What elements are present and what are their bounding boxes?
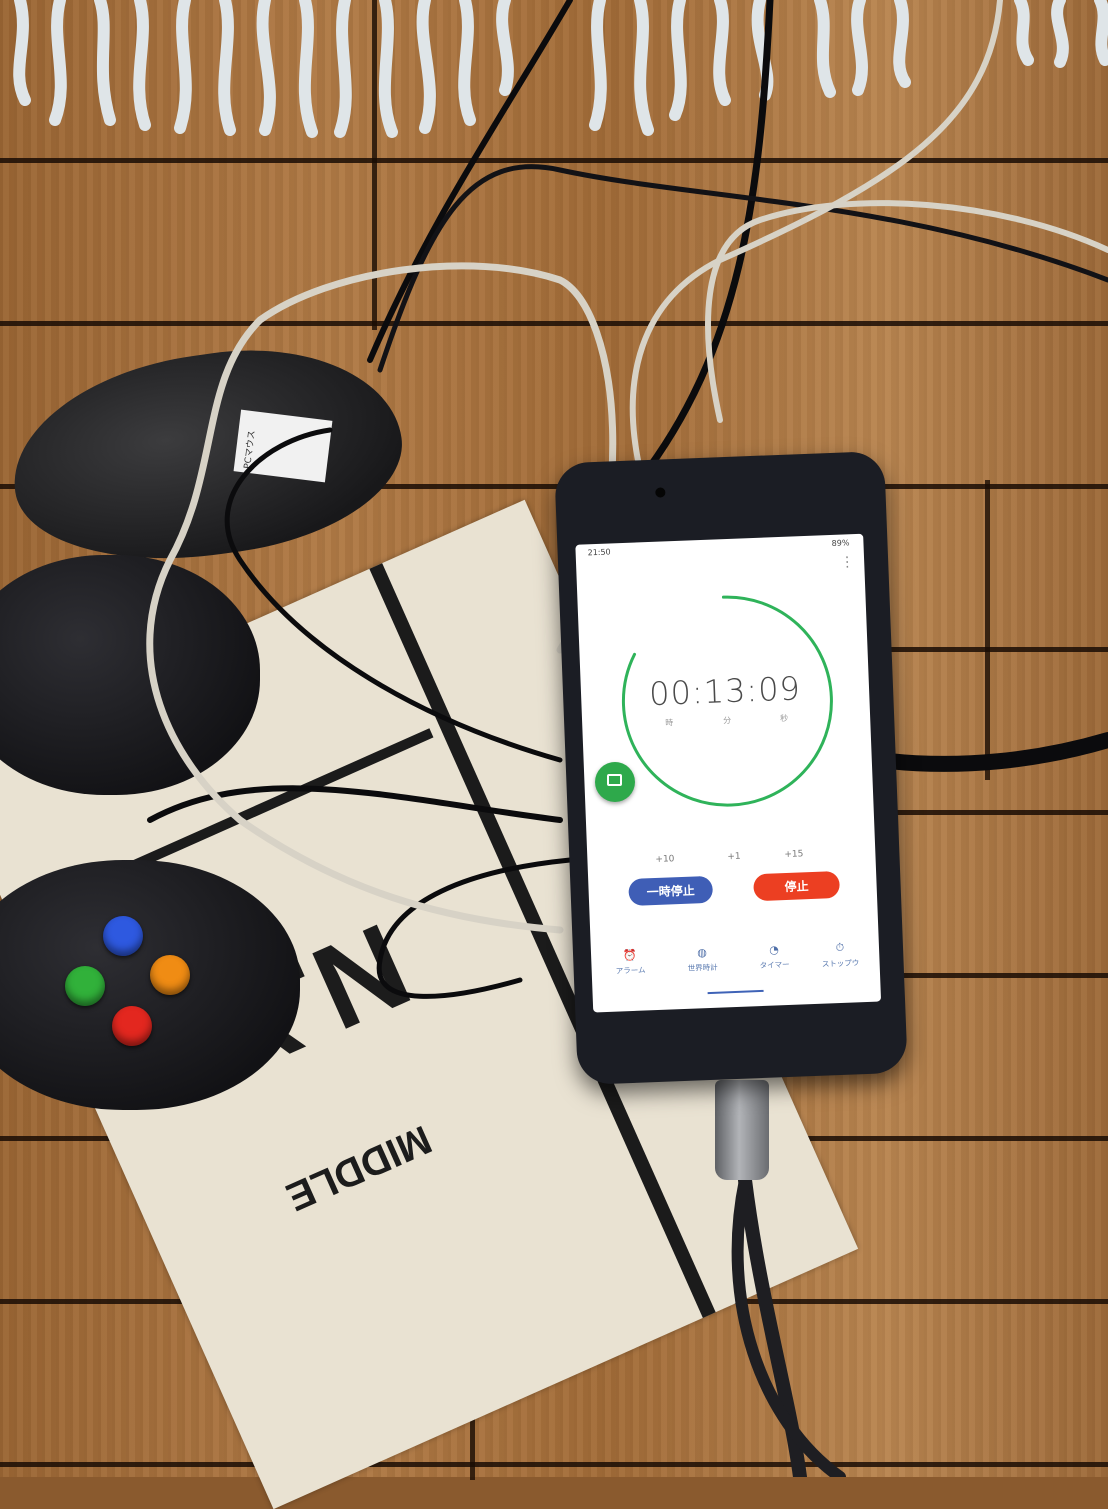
battery-level: 89%: [831, 538, 850, 548]
unit-minutes: 分: [723, 715, 732, 726]
tab-alarm-label: アラーム: [615, 965, 646, 976]
timer-icon: ◔: [768, 943, 780, 957]
tab-stopwatch-label: ストップウ: [821, 958, 860, 969]
tab-alarm[interactable]: ⏰ アラーム: [599, 948, 662, 977]
add-10-button[interactable]: +10: [655, 854, 674, 865]
cables: [146, 0, 1108, 1477]
usb-c-plug: [715, 1080, 769, 1180]
add-1-button[interactable]: +1: [727, 852, 741, 863]
unit-hours: 時: [665, 718, 674, 728]
status-time: 21:50: [587, 547, 611, 558]
stopwatch-icon: ⏱: [835, 940, 845, 955]
more-options-icon[interactable]: ⋮: [840, 554, 855, 571]
timer-hours: 00: [648, 673, 693, 714]
status-bar: 21:50 89%: [575, 534, 863, 563]
pause-button[interactable]: 一時停止: [628, 875, 714, 907]
tab-timer-label: タイマー: [759, 959, 790, 971]
tab-world-clock-label: 世界時計: [687, 962, 718, 973]
timer-minutes: 13: [702, 671, 748, 711]
tab-stopwatch[interactable]: ⏱ ストップウ: [809, 940, 872, 970]
screen-mirror-icon: [607, 774, 622, 786]
front-camera: [655, 487, 666, 498]
tab-world-clock[interactable]: ◍ 世界時計: [671, 945, 734, 974]
add-15-button[interactable]: +15: [784, 849, 803, 860]
alarm-clock-icon: ⏰: [623, 948, 638, 963]
tab-timer[interactable]: ◔ タイマー: [743, 942, 806, 971]
active-tab-indicator: [707, 989, 764, 995]
floating-screen-mirror-button[interactable]: [595, 762, 635, 802]
globe-icon: ◍: [697, 946, 708, 960]
stop-button[interactable]: 停止: [753, 870, 841, 902]
timer-seconds: 09: [757, 669, 802, 709]
unit-seconds: 秒: [779, 713, 789, 724]
